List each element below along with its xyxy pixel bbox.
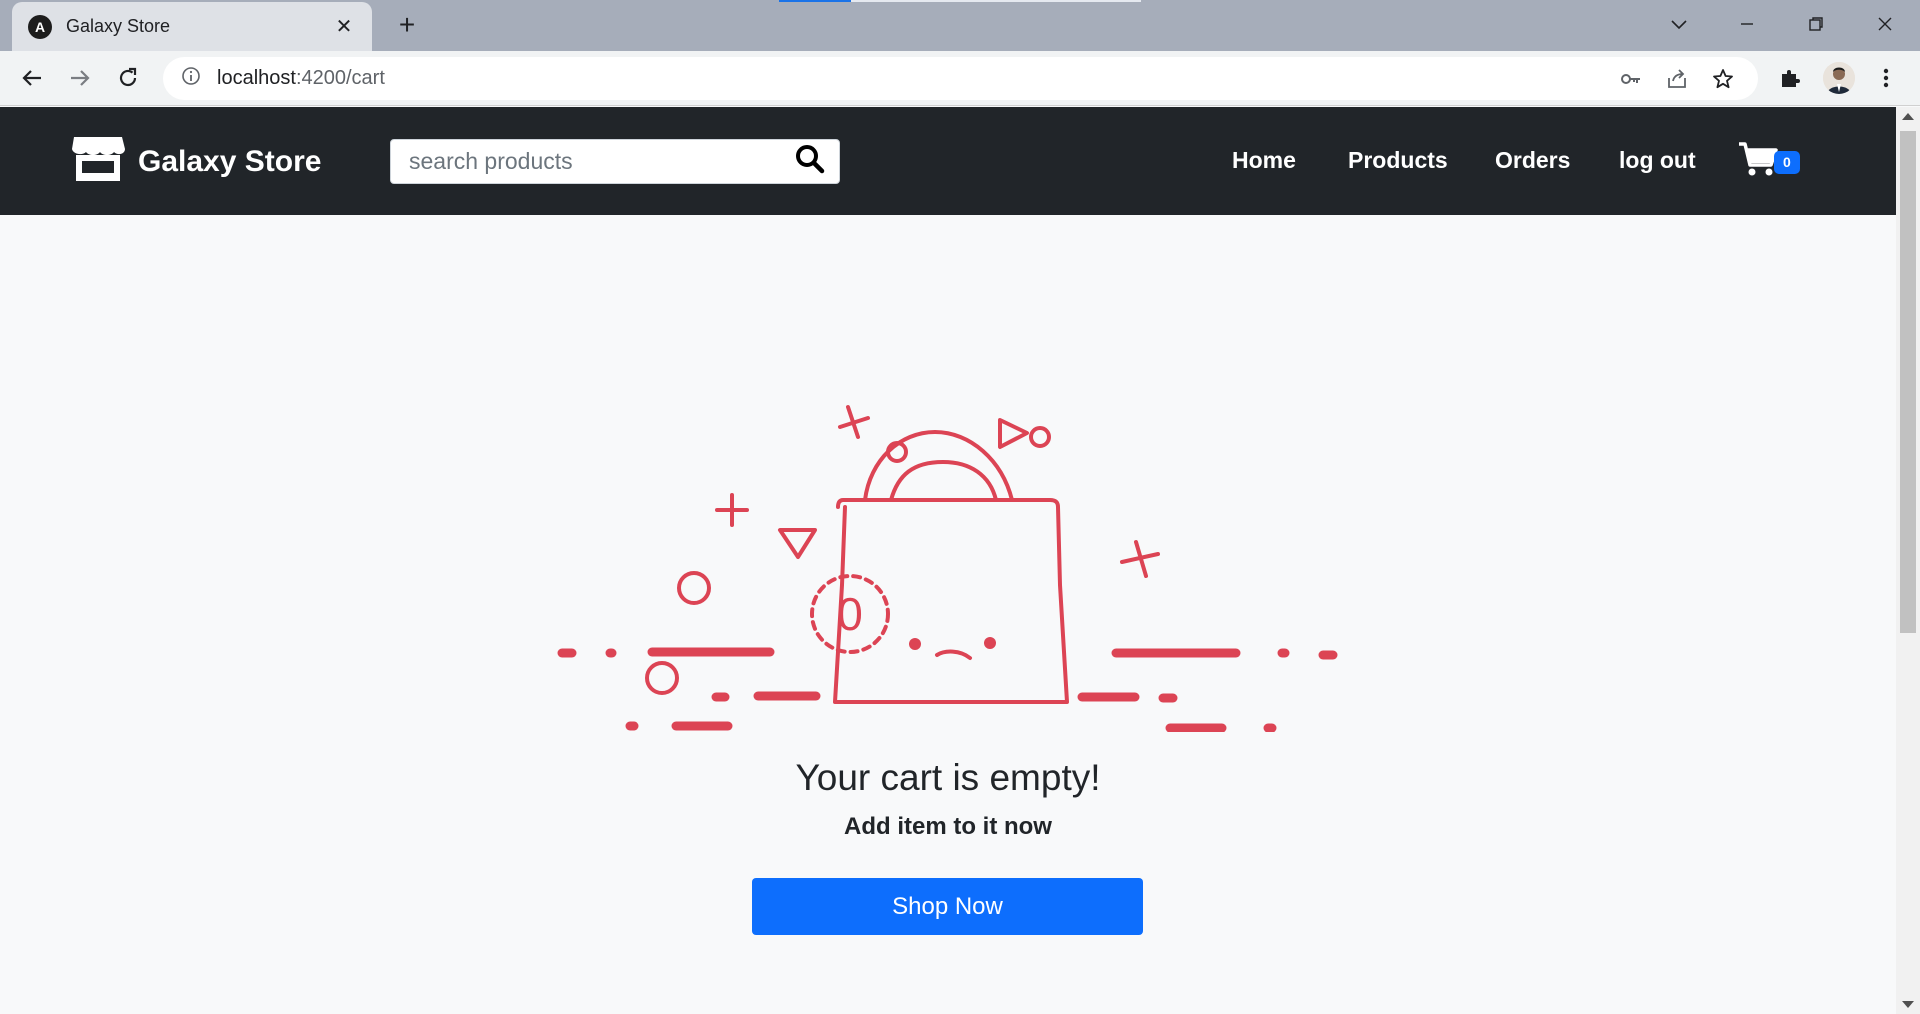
url-text: localhost:4200/cart [217,67,1602,90]
browser-tabstrip: A Galaxy Store ✕ + [0,0,1920,51]
brand-name: Galaxy Store [138,144,322,178]
browser-tab[interactable]: A Galaxy Store ✕ [12,2,372,51]
coin-number: 0 [837,588,863,640]
cart-count-badge: 0 [1774,151,1800,174]
nav-logout-link[interactable]: log out [1619,147,1696,174]
brand[interactable]: Galaxy Store [70,135,321,188]
cart-icon [1738,142,1778,181]
key-icon[interactable] [1614,62,1648,96]
loading-bar [779,0,1141,2]
chevron-down-icon[interactable] [1659,6,1699,42]
angular-favicon: A [28,14,52,39]
new-tab-button[interactable]: + [392,10,422,40]
empty-cart-subtitle: Add item to it now [844,813,1052,840]
scroll-down-arrow[interactable] [1902,1001,1914,1008]
back-icon[interactable] [14,60,50,96]
avatar[interactable] [1823,62,1855,94]
store-icon [70,135,126,188]
page-viewport: Galaxy Store Home Products Orders log ou… [0,107,1896,1014]
cart-button[interactable]: 0 [1738,141,1804,181]
address-bar[interactable]: localhost:4200/cart [163,57,1758,100]
url-host: localhost [217,67,296,89]
nav-orders-link[interactable]: Orders [1495,147,1570,174]
minimize-icon[interactable] [1727,6,1767,42]
forward-icon[interactable] [62,60,98,96]
reload-icon[interactable] [110,60,146,96]
tab-title: Galaxy Store [66,16,171,36]
site-navbar: Galaxy Store Home Products Orders log ou… [0,107,1896,215]
nav-home-link[interactable]: Home [1232,147,1296,174]
search-box[interactable] [390,139,840,184]
search-input[interactable] [409,148,795,175]
restore-icon[interactable] [1796,6,1836,42]
shop-now-button[interactable]: Shop Now [752,878,1143,935]
window-close-icon[interactable] [1865,6,1905,42]
close-icon[interactable]: ✕ [332,14,356,39]
info-icon[interactable] [181,66,201,91]
nav-products-link[interactable]: Products [1348,147,1448,174]
page-scrollbar[interactable] [1896,107,1920,1014]
search-icon[interactable] [795,144,825,179]
star-icon[interactable] [1706,62,1740,96]
scroll-up-arrow[interactable] [1902,113,1914,120]
share-icon[interactable] [1660,62,1694,96]
puzzle-icon[interactable] [1772,60,1808,96]
empty-cart-title: Your cart is empty! [795,757,1101,798]
kebab-menu-icon[interactable] [1868,60,1904,96]
browser-toolbar: localhost:4200/cart [0,51,1920,106]
url-path: :4200/cart [295,67,385,89]
empty-cart-illustration: 0 [557,405,1338,732]
scrollbar-thumb[interactable] [1900,131,1916,633]
